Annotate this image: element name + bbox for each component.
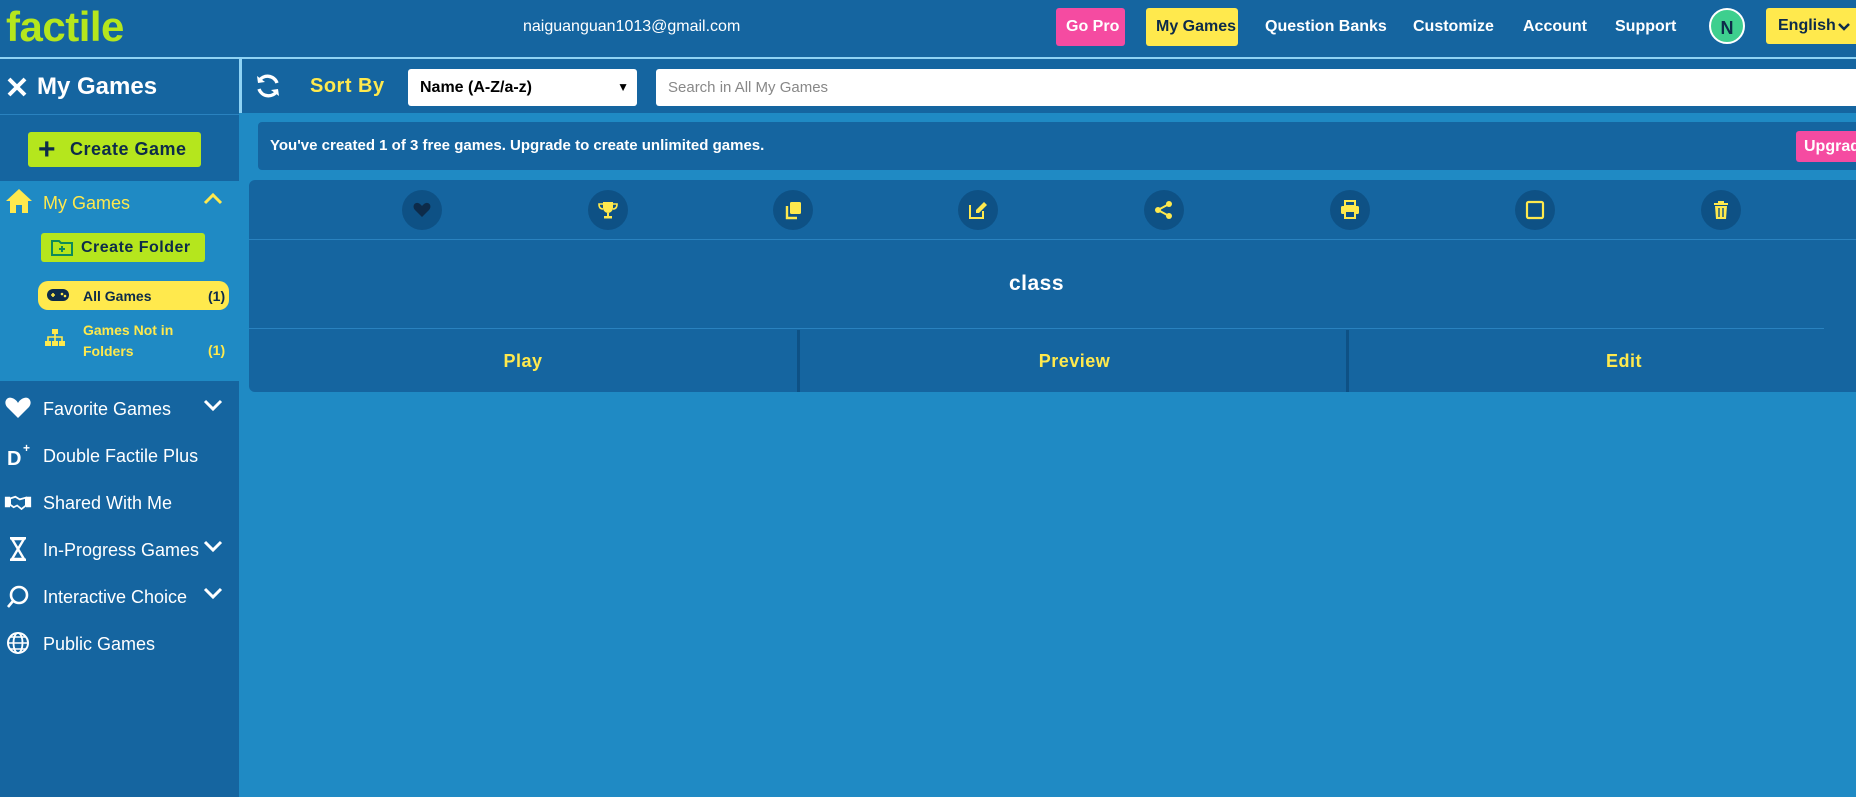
factile-logo[interactable]: factile	[6, 2, 124, 52]
sidebar-item-label: Favorite Games	[43, 399, 172, 419]
avatar[interactable]: N	[1709, 8, 1745, 44]
create-folder-label: Create Folder	[81, 239, 191, 256]
language-label: English	[1778, 17, 1836, 34]
language-select[interactable]: English	[1766, 8, 1856, 44]
sidebar-item-shared-with-me[interactable]: Shared With Me	[0, 482, 239, 522]
games-toolbar: Sort By Name (A-Z/a-z) ▼ Search in All M…	[239, 59, 1856, 113]
copy-button[interactable]	[773, 190, 813, 230]
double-factile-plus-icon: D +	[7, 443, 30, 467]
chevron-down-icon[interactable]	[203, 586, 223, 600]
sort-value: Name (A-Z/a-z)	[420, 79, 533, 96]
trash-icon	[1714, 201, 1728, 219]
chevron-down-icon[interactable]	[203, 398, 223, 412]
user-email: naiguanguan1013@gmail.com	[523, 18, 741, 35]
sidebar-item-favorite-games[interactable]: Favorite Games	[0, 388, 239, 428]
sidebar-item-label: In-Progress Games	[43, 540, 200, 560]
sidebar-item-interactive-choice[interactable]: Interactive Choice	[0, 576, 239, 616]
nav-my-games[interactable]: My Games	[1146, 8, 1238, 46]
upgrade-button[interactable]: Upgrade	[1796, 131, 1856, 162]
refresh-icon[interactable]	[254, 72, 282, 100]
print-button[interactable]	[1330, 190, 1370, 230]
create-folder-button[interactable]: Create Folder	[41, 233, 205, 262]
sidebar-item-label: Interactive Choice	[43, 587, 188, 607]
sidebar-item-my-games[interactable]: My Games	[43, 193, 130, 214]
svg-text:D: D	[7, 448, 21, 467]
gamepad-icon	[47, 289, 69, 301]
nav-customize[interactable]: Customize	[1403, 8, 1504, 46]
create-game-button[interactable]: + Create Game	[28, 132, 201, 167]
share-icon	[1155, 201, 1172, 219]
sort-select[interactable]: Name (A-Z/a-z) ▼	[408, 69, 637, 106]
game-card: class Play Preview Edit	[249, 180, 1856, 392]
nav-account[interactable]: Account	[1513, 8, 1597, 46]
trophy-icon	[598, 202, 618, 219]
play-button[interactable]: Play	[249, 330, 797, 392]
sidebar-item-double-factile-plus[interactable]: D + Double Factile Plus	[0, 435, 239, 475]
sidebar: My Games + Create Game My Games Create F…	[0, 59, 239, 797]
all-games-count: (1)	[208, 288, 226, 304]
game-card-icon-row	[249, 180, 1856, 240]
sidebar-item-label: Double Factile Plus	[43, 446, 199, 466]
handshake-icon	[4, 495, 32, 511]
copy-icon	[785, 202, 801, 220]
delete-button[interactable]	[1701, 190, 1741, 230]
sidebar-item-in-progress-games[interactable]: In-Progress Games	[0, 529, 239, 569]
heart-icon	[413, 202, 431, 217]
banner-text: You've created 1 of 3 free games. Upgrad…	[270, 137, 765, 154]
folder-plus-icon	[51, 240, 73, 256]
home-icon[interactable]	[4, 187, 34, 215]
go-pro-button[interactable]: Go Pro	[1056, 8, 1125, 46]
share-button[interactable]	[1144, 190, 1184, 230]
all-games-label: All Games	[83, 288, 152, 304]
print-icon	[1341, 200, 1359, 219]
plus-icon: +	[38, 133, 57, 166]
interactive-choice-icon	[7, 585, 29, 608]
select-checkbox[interactable]	[1515, 190, 1555, 230]
game-title: class	[249, 240, 1824, 329]
chevron-down-icon: ▼	[617, 80, 629, 94]
leaderboard-button[interactable]	[588, 190, 628, 230]
preview-button[interactable]: Preview	[797, 330, 1349, 392]
my-games-section: My Games Create Folder All Games (1) Gam…	[0, 181, 239, 381]
edit-icon	[969, 202, 987, 219]
sidebar-title: My Games	[37, 73, 158, 100]
chevron-down-icon	[1838, 23, 1850, 31]
folder-all-games[interactable]: All Games (1)	[38, 281, 229, 310]
hierarchy-icon	[45, 329, 65, 346]
chevron-down-icon[interactable]	[203, 539, 223, 553]
sidebar-item-public-games[interactable]: Public Games	[0, 623, 239, 663]
hourglass-icon	[9, 537, 27, 561]
globe-icon	[7, 632, 29, 654]
heart-icon	[5, 397, 31, 418]
upgrade-banner: You've created 1 of 3 free games. Upgrad…	[258, 122, 1856, 170]
chevron-up-icon[interactable]	[203, 191, 223, 205]
checkbox-icon	[1525, 200, 1545, 220]
sidebar-header: My Games	[0, 59, 239, 115]
games-not-in-folders-label: Games Not in Folders	[83, 322, 174, 359]
nav-question-banks[interactable]: Question Banks	[1255, 8, 1397, 46]
sidebar-item-label: Public Games	[43, 634, 156, 654]
folder-games-not-in-folders[interactable]: Games Not in Folders (1)	[38, 316, 229, 364]
svg-text:+: +	[23, 443, 30, 455]
games-not-in-folders-count: (1)	[208, 342, 226, 358]
top-nav-bar: factile naiguanguan1013@gmail.com Go Pro…	[0, 0, 1856, 59]
sort-by-label: Sort By	[310, 75, 385, 97]
favorite-button[interactable]	[402, 190, 442, 230]
create-game-label: Create Game	[70, 139, 187, 159]
search-input[interactable]: Search in All My Games	[656, 69, 1856, 106]
nav-support[interactable]: Support	[1605, 8, 1686, 46]
edit-button[interactable]	[958, 190, 998, 230]
edit-game-button[interactable]: Edit	[1346, 330, 1856, 392]
close-icon[interactable]	[6, 76, 28, 98]
sidebar-item-label: Shared With Me	[43, 493, 173, 513]
